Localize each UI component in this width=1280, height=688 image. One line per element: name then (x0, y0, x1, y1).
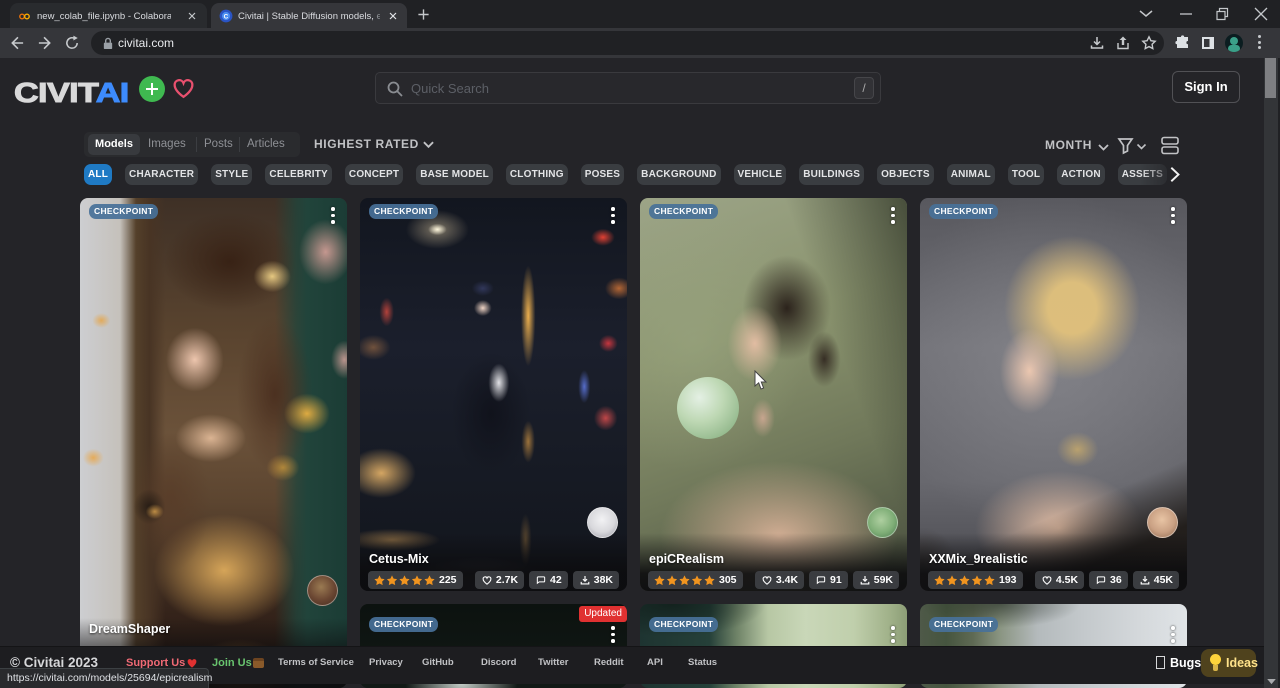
svg-text:C: C (224, 13, 229, 20)
